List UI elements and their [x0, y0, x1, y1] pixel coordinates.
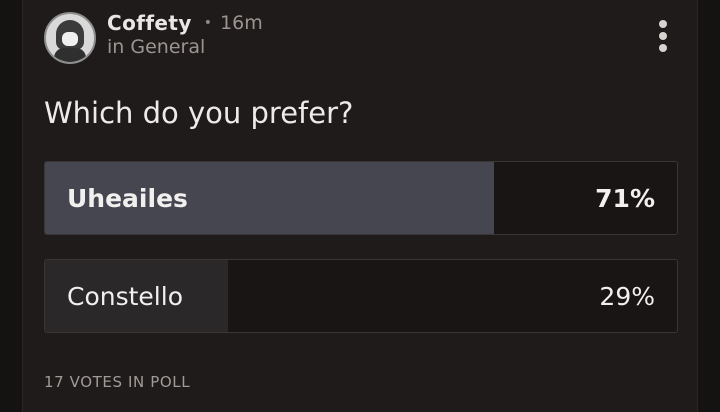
kebab-dot [659, 44, 667, 52]
kebab-dot [659, 20, 667, 28]
poll-vote-count: 17 VOTES IN POLL [44, 373, 191, 391]
left-gutter [0, 0, 24, 412]
right-gutter [696, 0, 720, 412]
kebab-dot [659, 32, 667, 40]
more-vertical-icon[interactable] [653, 18, 673, 54]
poll-option-percent: 71% [595, 183, 655, 213]
poll-question: Which do you prefer? [44, 96, 354, 130]
poll-option-label: Constello [67, 281, 183, 311]
poll-option-percent: 29% [599, 281, 655, 311]
poll-post-card: Coffety • 16m in General Which do you pr… [22, 0, 698, 412]
post-time: 16m [220, 12, 263, 34]
poll-option-uheailes[interactable]: Uheailes 71% [44, 161, 678, 235]
post-channel[interactable]: in General [107, 36, 205, 58]
poll-option-label: Uheailes [67, 183, 188, 213]
meta-separator: • [203, 15, 213, 31]
author-line: Coffety • 16m [107, 10, 263, 36]
author-name[interactable]: Coffety [107, 11, 192, 35]
avatar-body [54, 48, 86, 62]
author-avatar[interactable] [44, 12, 96, 64]
poll-option-constello[interactable]: Constello 29% [44, 259, 678, 333]
avatar-face [62, 32, 78, 46]
